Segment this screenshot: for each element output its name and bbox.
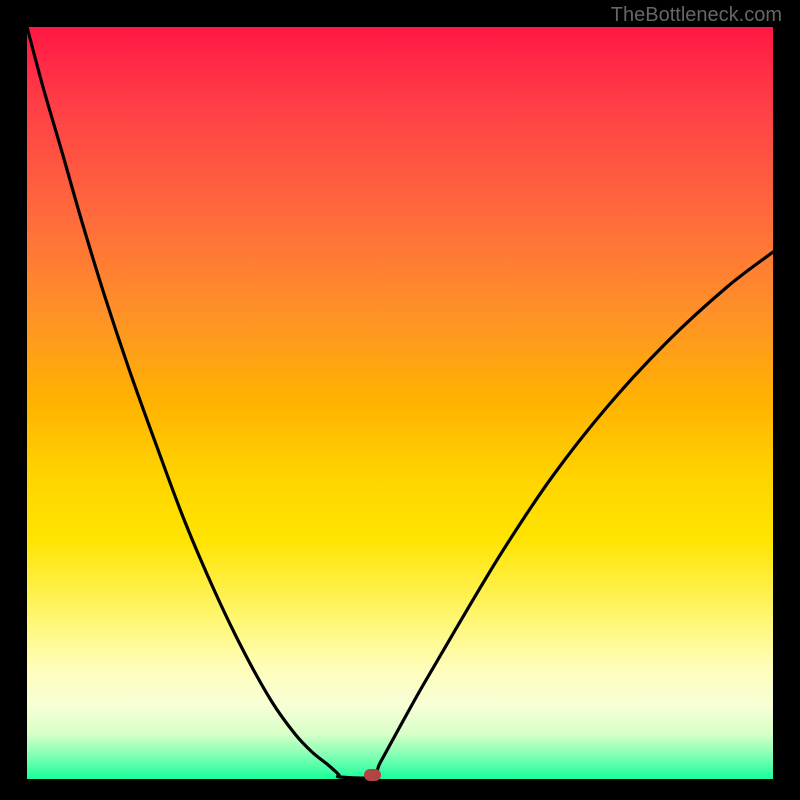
curve-svg xyxy=(27,27,773,779)
bottleneck-curve xyxy=(27,27,773,778)
optimal-point-marker xyxy=(364,769,381,781)
chart-frame xyxy=(0,0,800,800)
watermark-text: TheBottleneck.com xyxy=(611,4,782,27)
chart-plot-area xyxy=(27,27,773,779)
